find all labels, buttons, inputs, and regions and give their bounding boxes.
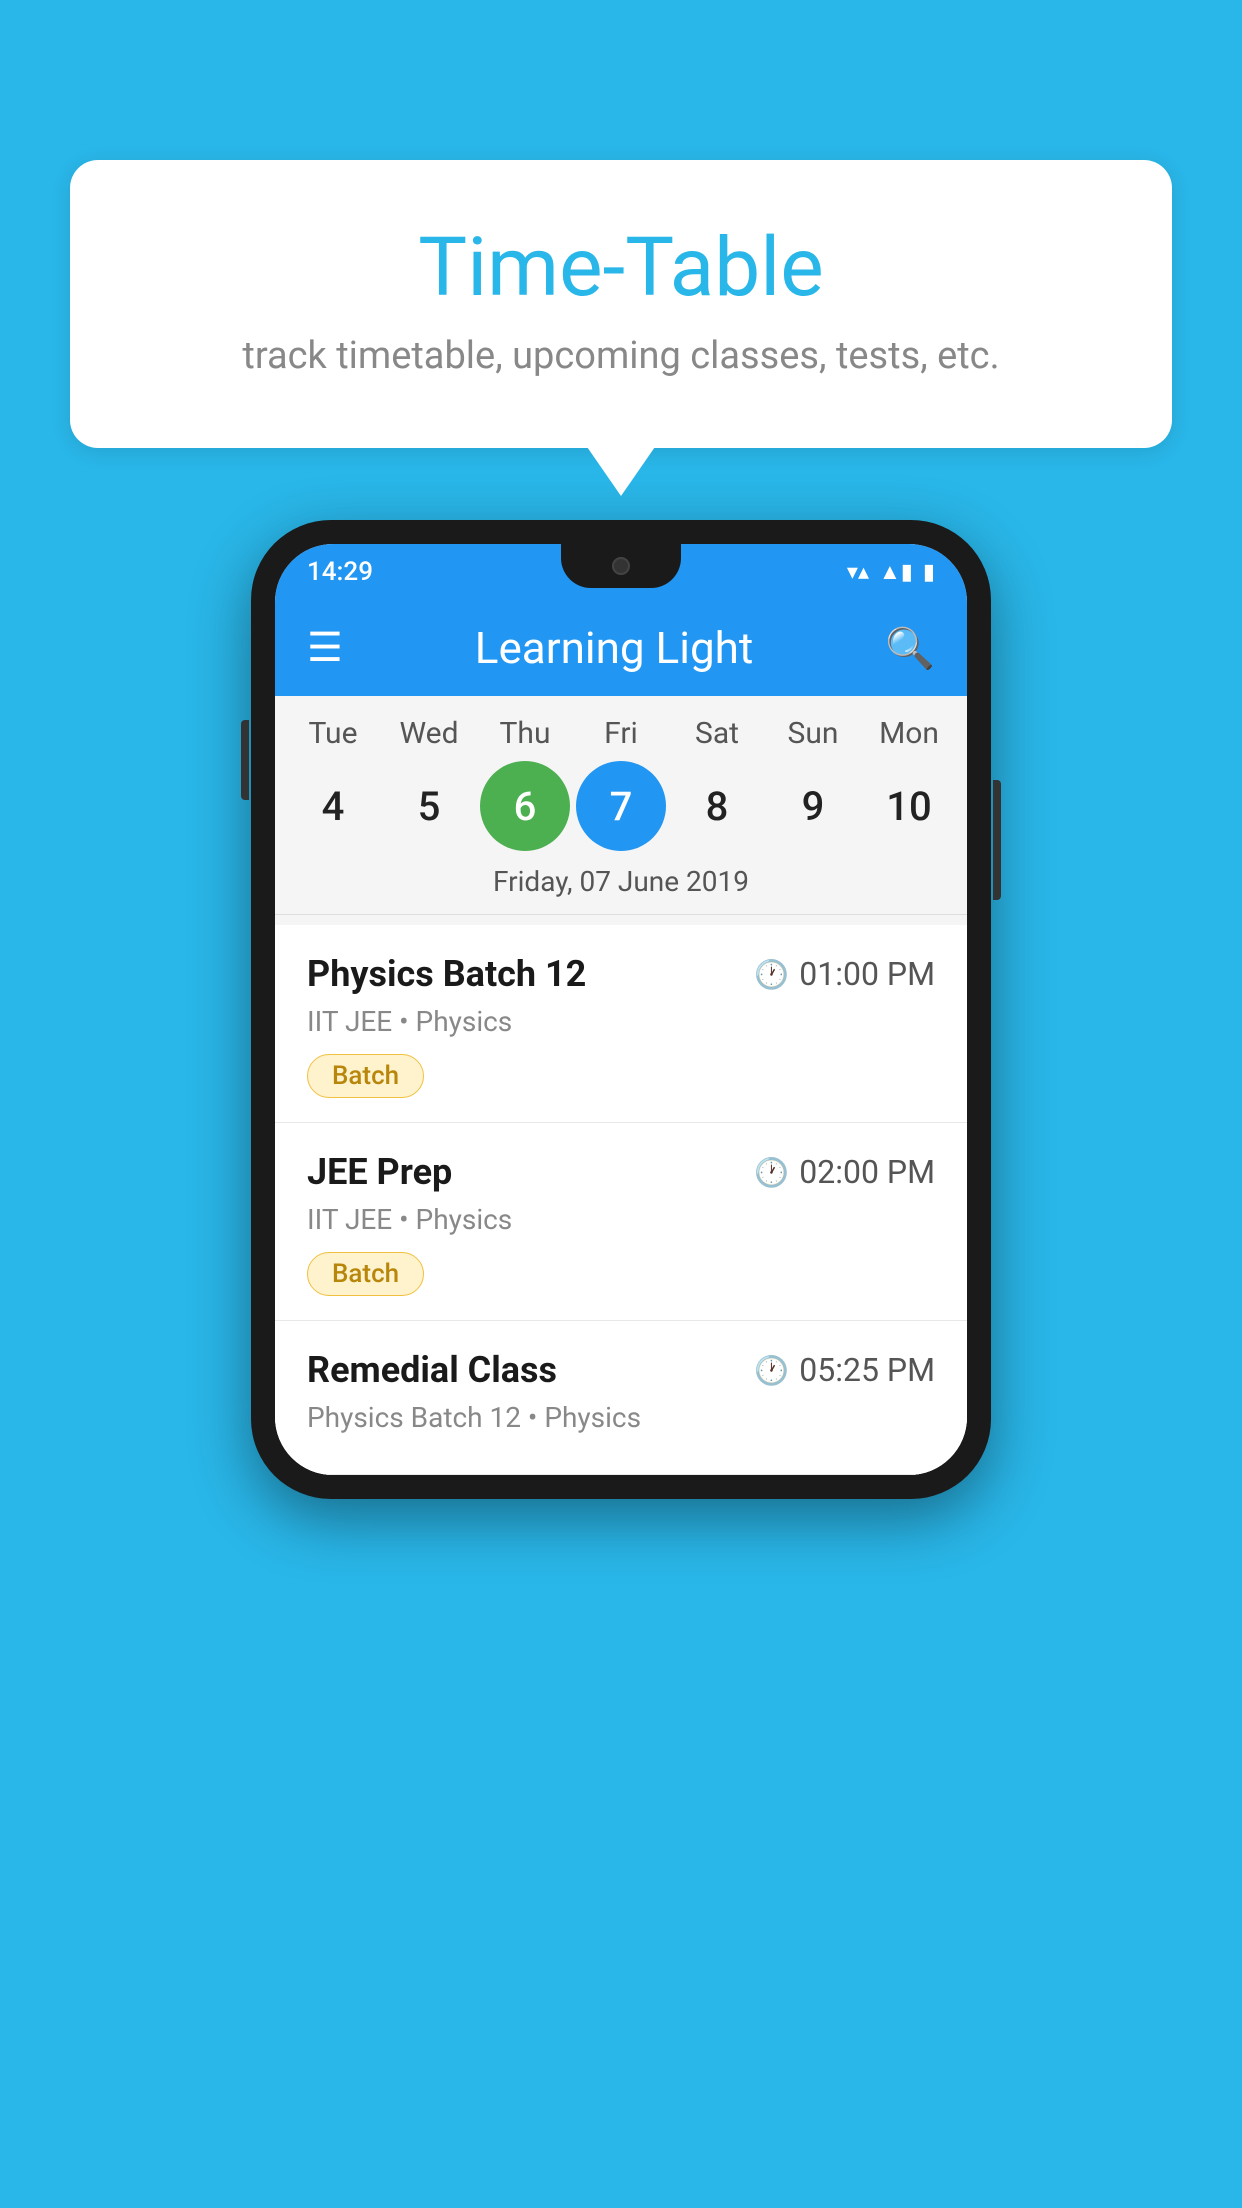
item-sub-1: IIT JEE • Physics xyxy=(307,1203,935,1236)
day-header-sun: Sun xyxy=(768,716,858,751)
item-time-1: 🕐 02:00 PM xyxy=(754,1153,935,1191)
item-title-1: JEE Prep xyxy=(307,1151,452,1193)
day-numbers: 45678910 xyxy=(275,751,967,851)
bubble-title: Time-Table xyxy=(150,220,1092,316)
day-number-5[interactable]: 5 xyxy=(384,761,474,851)
item-header-2: Remedial Class 🕐 05:25 PM xyxy=(307,1349,935,1391)
clock-icon-0: 🕐 xyxy=(754,958,789,991)
batch-badge-0: Batch xyxy=(307,1054,424,1098)
clock-icon-1: 🕐 xyxy=(754,1156,789,1189)
selected-date-label: Friday, 07 June 2019 xyxy=(275,851,967,915)
battery-icon: ▮ xyxy=(923,560,935,585)
wifi-icon: ▾▴ xyxy=(847,560,869,585)
phone-mockup: 14:29 ▾▴ ▲▮ ▮ ☰ Learning Light 🔍 xyxy=(251,520,991,1499)
day-number-10[interactable]: 10 xyxy=(864,761,954,851)
day-header-fri: Fri xyxy=(576,716,666,751)
status-time: 14:29 xyxy=(307,557,373,587)
schedule-item-1[interactable]: JEE Prep 🕐 02:00 PM IIT JEE • Physics Ba… xyxy=(275,1123,967,1321)
clock-icon-2: 🕐 xyxy=(754,1354,789,1387)
menu-icon[interactable]: ☰ xyxy=(307,628,343,668)
app-title: Learning Light xyxy=(475,622,754,674)
signal-icon: ▲▮ xyxy=(879,559,913,585)
day-number-9[interactable]: 9 xyxy=(768,761,858,851)
notch xyxy=(561,544,681,588)
item-header-1: JEE Prep 🕐 02:00 PM xyxy=(307,1151,935,1193)
day-number-8[interactable]: 8 xyxy=(672,761,762,851)
day-number-4[interactable]: 4 xyxy=(288,761,378,851)
app-bar: ☰ Learning Light 🔍 xyxy=(275,600,967,696)
batch-badge-1: Batch xyxy=(307,1252,424,1296)
schedule-list: Physics Batch 12 🕐 01:00 PM IIT JEE • Ph… xyxy=(275,925,967,1475)
phone-screen: 14:29 ▾▴ ▲▮ ▮ ☰ Learning Light 🔍 xyxy=(275,544,967,1475)
schedule-item-2[interactable]: Remedial Class 🕐 05:25 PM Physics Batch … xyxy=(275,1321,967,1475)
bubble-subtitle: track timetable, upcoming classes, tests… xyxy=(150,334,1092,378)
day-number-6[interactable]: 6 xyxy=(480,761,570,851)
calendar-strip: TueWedThuFriSatSunMon 45678910 Friday, 0… xyxy=(275,696,967,925)
item-time-0: 🕐 01:00 PM xyxy=(754,955,935,993)
day-number-7[interactable]: 7 xyxy=(576,761,666,851)
item-title-2: Remedial Class xyxy=(307,1349,557,1391)
item-sub-2: Physics Batch 12 • Physics xyxy=(307,1401,935,1434)
camera xyxy=(612,557,630,575)
item-time-2: 🕐 05:25 PM xyxy=(754,1351,935,1389)
phone-outer: 14:29 ▾▴ ▲▮ ▮ ☰ Learning Light 🔍 xyxy=(251,520,991,1499)
item-header-0: Physics Batch 12 🕐 01:00 PM xyxy=(307,953,935,995)
day-headers: TueWedThuFriSatSunMon xyxy=(275,716,967,751)
item-sub-0: IIT JEE • Physics xyxy=(307,1005,935,1038)
speech-bubble: Time-Table track timetable, upcoming cla… xyxy=(70,160,1172,448)
search-icon[interactable]: 🔍 xyxy=(885,625,935,672)
speech-bubble-container: Time-Table track timetable, upcoming cla… xyxy=(70,160,1172,448)
status-bar: 14:29 ▾▴ ▲▮ ▮ xyxy=(275,544,967,600)
day-header-mon: Mon xyxy=(864,716,954,751)
day-header-thu: Thu xyxy=(480,716,570,751)
status-icons: ▾▴ ▲▮ ▮ xyxy=(847,559,935,585)
day-header-sat: Sat xyxy=(672,716,762,751)
schedule-item-0[interactable]: Physics Batch 12 🕐 01:00 PM IIT JEE • Ph… xyxy=(275,925,967,1123)
item-title-0: Physics Batch 12 xyxy=(307,953,586,995)
day-header-tue: Tue xyxy=(288,716,378,751)
day-header-wed: Wed xyxy=(384,716,474,751)
